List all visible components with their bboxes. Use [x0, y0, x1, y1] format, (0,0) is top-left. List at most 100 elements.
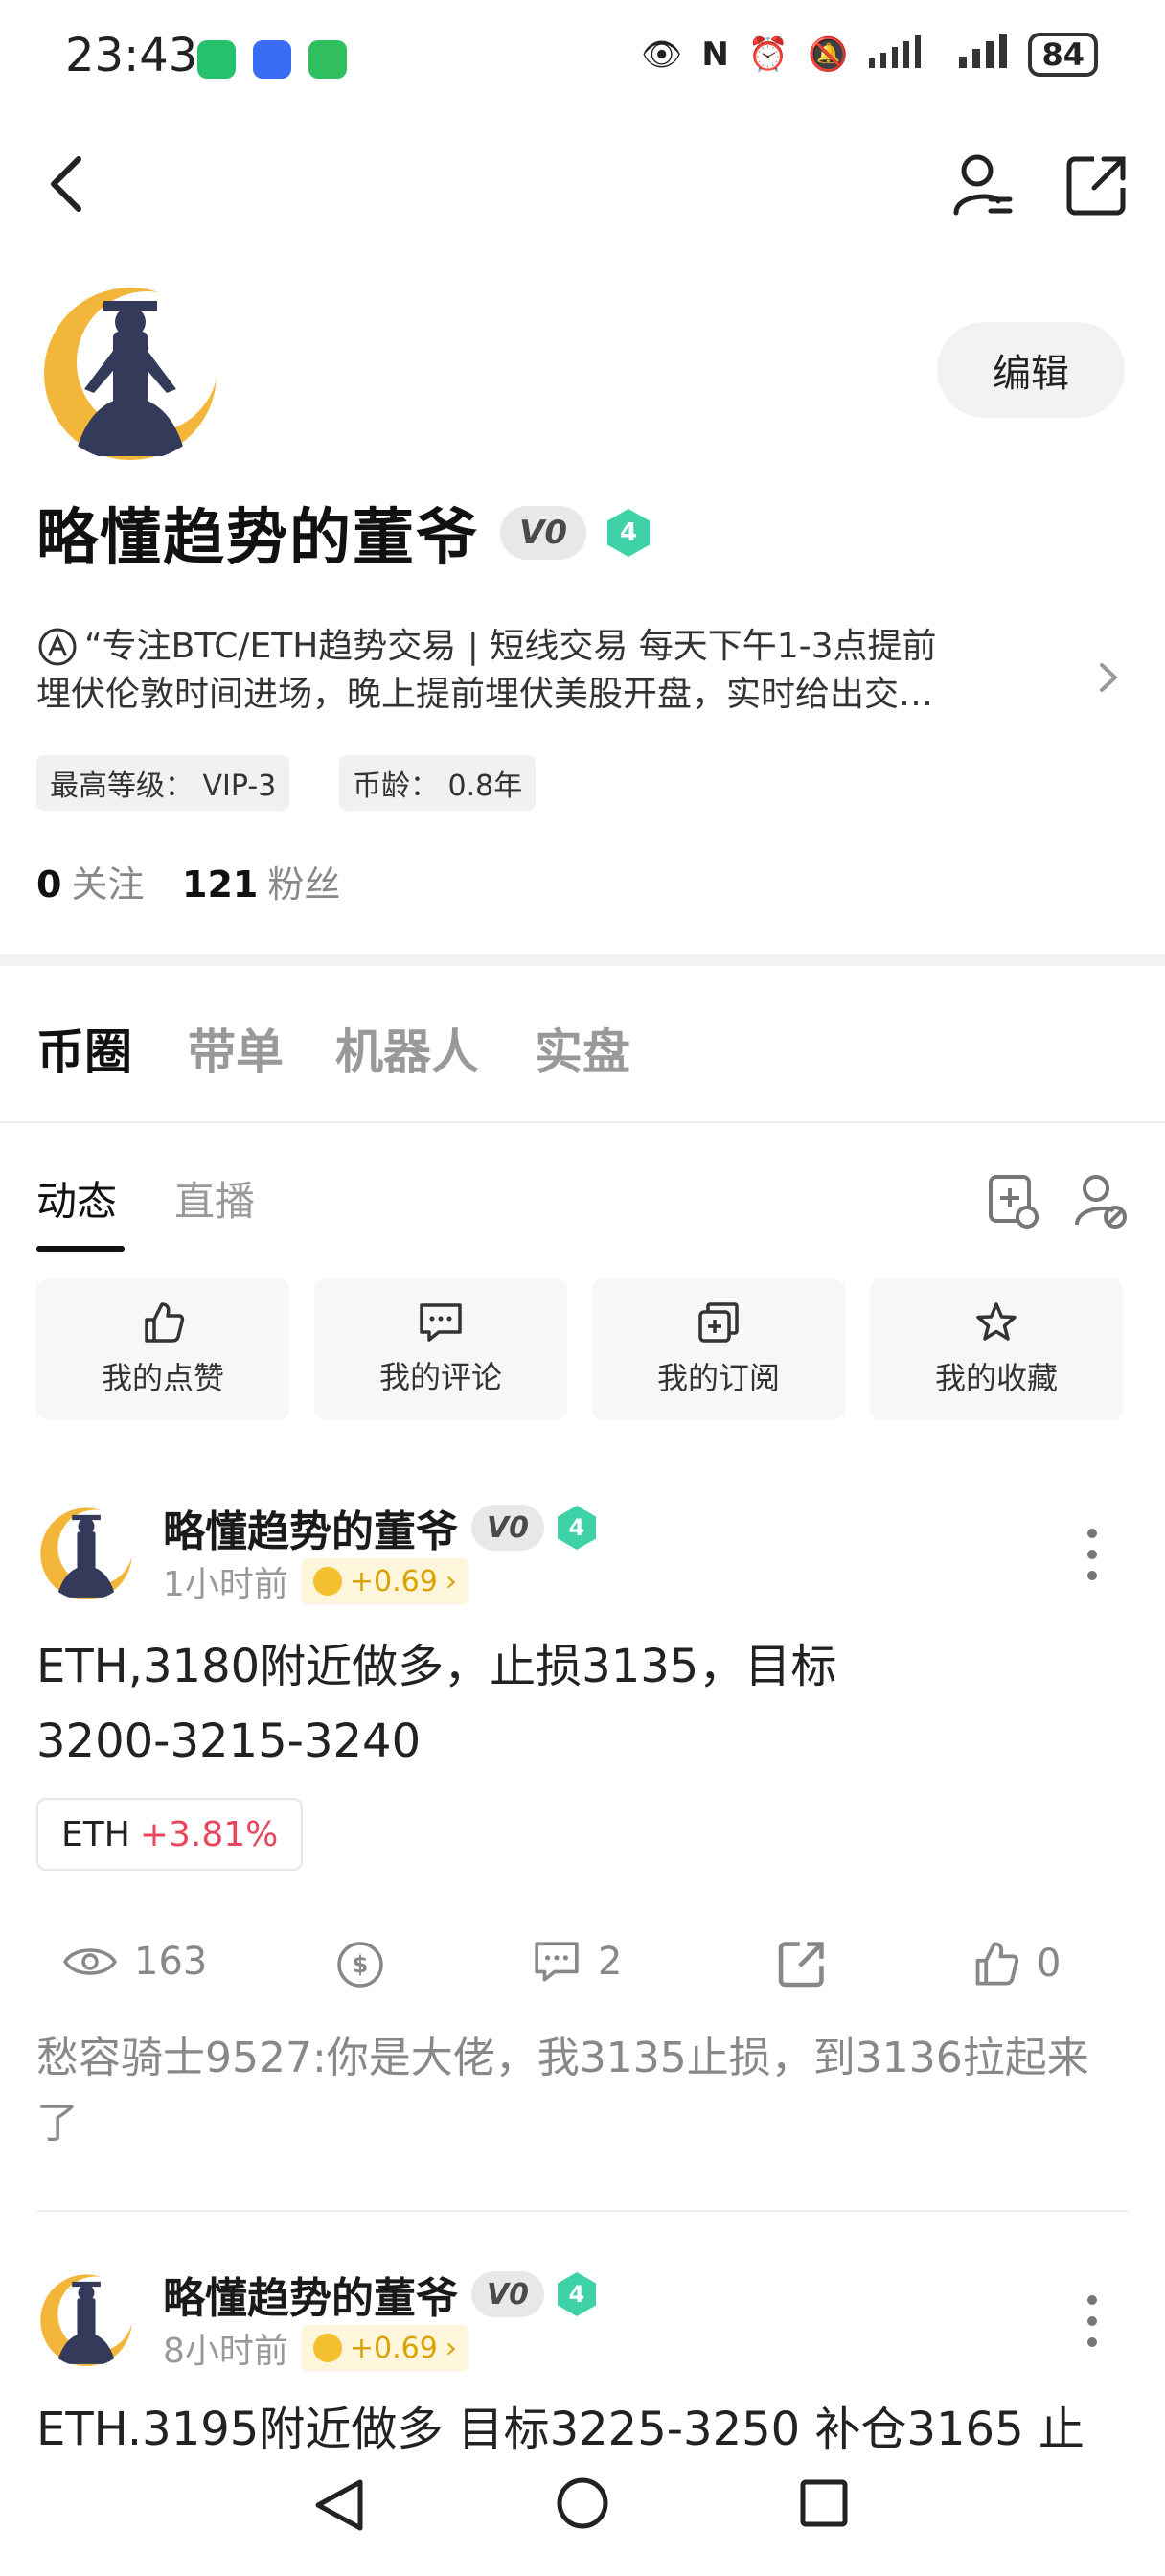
- profile-username: 略懂趋势的董爷: [36, 503, 479, 574]
- thumbs-up-icon: [975, 1942, 1019, 1986]
- share-post-button[interactable]: [778, 1940, 826, 1988]
- wechat-notification-icon: [197, 40, 236, 79]
- section-divider: [0, 954, 1165, 966]
- level-badge: 4: [558, 2272, 596, 2316]
- my-favorites-label: 我的收藏: [934, 1360, 1058, 1396]
- post-username[interactable]: 略懂趋势的董爷: [163, 2264, 458, 2325]
- user-manage-icon: [953, 154, 1013, 216]
- nfc-icon: N: [701, 35, 729, 74]
- status-icons: 👁 N ⏰ 🔕 84: [641, 33, 1098, 77]
- svg-text:$: $: [353, 1951, 369, 1978]
- level-badge: 4: [558, 1506, 596, 1550]
- vip-badge: V0: [471, 2271, 544, 2317]
- comment-icon: [535, 1942, 579, 1982]
- profile-avatar[interactable]: [36, 274, 224, 462]
- like-button[interactable]: 0: [971, 1940, 1061, 1988]
- post-time: 1小时前: [163, 1565, 288, 1604]
- tag-max-level: 最高等级： VIP-3: [36, 755, 290, 811]
- post-divider: [36, 2210, 1129, 2212]
- triangle-back-icon: [315, 2479, 363, 2531]
- tab-bots[interactable]: 机器人: [335, 1014, 479, 1083]
- eye-icon: [63, 1948, 117, 1975]
- followers-stat[interactable]: 121 粉丝: [182, 855, 340, 908]
- eye-icon: 👁: [641, 35, 683, 74]
- nav-home-button[interactable]: [554, 2474, 611, 2536]
- alarm-icon: ⏰: [747, 35, 789, 74]
- tab-copy-trading[interactable]: 带单: [188, 1014, 284, 1083]
- edit-profile-button[interactable]: 编辑: [937, 322, 1125, 418]
- post-meta: 1小时前 +0.69 ›: [163, 1556, 468, 1606]
- subtab-indicator: [36, 1246, 125, 1252]
- chevron-right-icon: ›: [445, 1564, 457, 1598]
- post-avatar[interactable]: [36, 2267, 136, 2367]
- post-username[interactable]: 略懂趋势的董爷: [163, 1497, 458, 1558]
- signal-icon-2: [957, 33, 1009, 77]
- battery-indicator: 84: [1028, 33, 1098, 77]
- square-recents-icon: [800, 2479, 848, 2527]
- my-likes-label: 我的点赞: [101, 1360, 224, 1396]
- user-settings-button[interactable]: [952, 153, 1014, 220]
- post-more-button[interactable]: [1086, 1528, 1098, 1585]
- token-tag[interactable]: ETH +3.81%: [36, 1798, 304, 1871]
- back-button[interactable]: [48, 153, 86, 218]
- system-navigation-bar: [0, 2453, 1165, 2576]
- coin-reward-chip[interactable]: +0.69 ›: [301, 2325, 468, 2371]
- tabs-divider: [0, 1121, 1165, 1123]
- post-header: 略懂趋势的董爷 V0 4: [163, 1497, 596, 1558]
- subtab-feed[interactable]: 动态: [36, 1169, 117, 1228]
- user-settings-small-button[interactable]: [1075, 1173, 1127, 1232]
- my-comments-card[interactable]: 我的评论: [314, 1278, 567, 1420]
- chevron-left-icon: [51, 156, 81, 212]
- coin-icon: [312, 1567, 342, 1596]
- more-vertical-icon: [1087, 2295, 1097, 2347]
- app-notification-icon: [253, 40, 291, 79]
- subscribe-icon: [698, 1302, 739, 1343]
- thumbs-up-icon: [145, 1302, 185, 1343]
- tab-live-account[interactable]: 实盘: [535, 1014, 630, 1083]
- share-icon: [778, 1942, 824, 1988]
- comments-button[interactable]: 2: [533, 1940, 622, 1984]
- post-avatar[interactable]: [36, 1501, 136, 1600]
- bio-icon: [38, 628, 77, 666]
- post-content[interactable]: ETH,3180附近做多，止损3135，目标 3200-3215-3240: [36, 1629, 1129, 1779]
- vip-badge: V0: [471, 1505, 544, 1551]
- my-likes-card[interactable]: 我的点赞: [36, 1278, 289, 1420]
- token-change: +3.81%: [139, 1814, 279, 1854]
- views-stat: 163: [63, 1940, 207, 1984]
- tip-button[interactable]: $: [335, 1940, 385, 1990]
- subtab-live[interactable]: 直播: [174, 1169, 255, 1228]
- chevron-right-icon: ›: [445, 2331, 457, 2365]
- share-icon: [1066, 156, 1126, 216]
- tag-coin-age: 币龄： 0.8年: [339, 755, 537, 811]
- following-stat[interactable]: 0 关注: [36, 855, 144, 908]
- more-vertical-icon: [1087, 1529, 1097, 1580]
- post-meta: 8小时前 +0.69 ›: [163, 2323, 468, 2373]
- chat-notification-icon: [308, 40, 347, 79]
- post-more-button[interactable]: [1086, 2294, 1098, 2352]
- username-row: 略懂趋势的董爷 V0 4: [36, 489, 650, 577]
- nav-recents-button[interactable]: [797, 2476, 851, 2534]
- my-subscriptions-label: 我的订阅: [656, 1360, 780, 1396]
- vip-badge: V0: [500, 506, 586, 560]
- nav-back-button[interactable]: [312, 2476, 366, 2538]
- tab-coin-circle[interactable]: 币圈: [36, 1014, 132, 1083]
- comment-icon: [420, 1303, 462, 1342]
- profile-bio[interactable]: “专注BTC/ETH趋势交易 | 短线交易 每天下午1-3点提前 埋伏伦敦时间进…: [36, 623, 1033, 719]
- new-post-button[interactable]: [987, 1173, 1039, 1232]
- bio-expand-icon[interactable]: [1098, 661, 1119, 698]
- mute-icon: 🔕: [808, 35, 849, 74]
- star-icon: [976, 1302, 1017, 1341]
- status-time: 23:43: [65, 29, 198, 82]
- my-subscriptions-card[interactable]: 我的订阅: [592, 1278, 845, 1420]
- user-edit-icon: [1075, 1175, 1127, 1229]
- coin-reward-chip[interactable]: +0.69 ›: [301, 1558, 468, 1604]
- share-button[interactable]: [1065, 153, 1129, 220]
- signal-icon: [867, 34, 938, 77]
- post-time: 8小时前: [163, 2332, 288, 2371]
- post-header: 略懂趋势的董爷 V0 4: [163, 2264, 596, 2325]
- my-favorites-card[interactable]: 我的收藏: [870, 1278, 1123, 1420]
- tip-coin-icon: $: [337, 1942, 383, 1988]
- top-comment[interactable]: 愁容骑士9527:你是大佬，我3135止损，到3136拉起来 了: [36, 2026, 1129, 2156]
- add-post-icon: [989, 1175, 1039, 1229]
- bio-line-1: “专注BTC/ETH趋势交易 | 短线交易 每天下午1-3点提前: [36, 623, 1033, 671]
